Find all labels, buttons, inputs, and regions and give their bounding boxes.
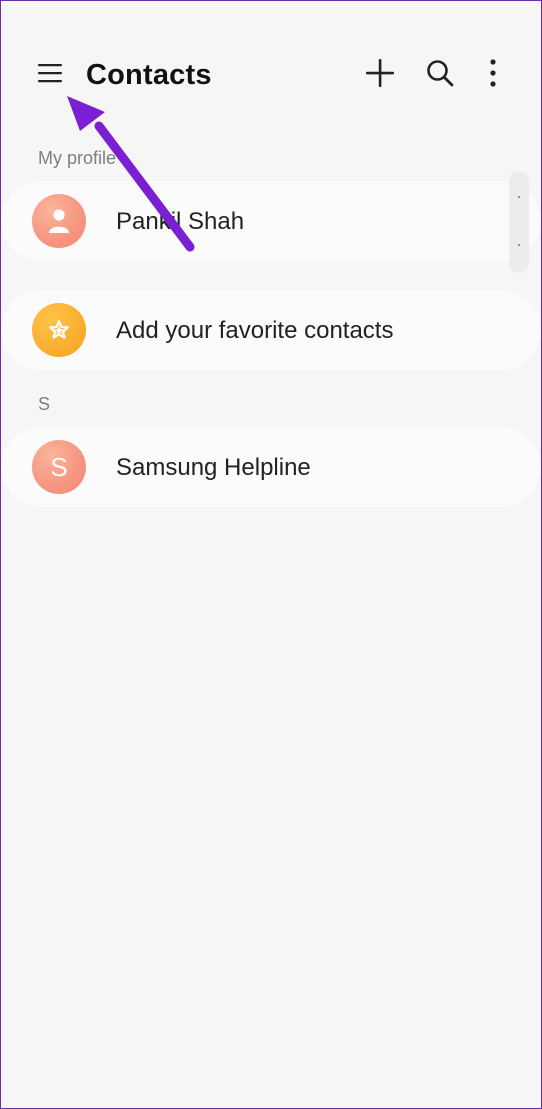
favorites-avatar xyxy=(32,303,86,357)
plus-icon xyxy=(366,59,394,87)
search-button[interactable] xyxy=(418,51,462,95)
add-favorites-card[interactable]: Add your favorite contacts xyxy=(1,290,541,370)
search-icon xyxy=(427,60,454,87)
profile-avatar xyxy=(32,194,86,248)
hamburger-menu-button[interactable] xyxy=(28,51,72,95)
contact-name: Samsung Helpline xyxy=(116,454,311,481)
add-contact-button[interactable] xyxy=(358,51,402,95)
section-index-label-s: S xyxy=(38,394,51,414)
page-title: Contacts xyxy=(86,59,212,91)
contact-item[interactable]: S Samsung Helpline xyxy=(1,427,541,507)
my-profile-section-label: My profile xyxy=(38,148,117,168)
contacts-screen: Contacts My profile Pankil Shah Add your… xyxy=(0,0,542,1109)
person-icon xyxy=(49,209,69,233)
add-favorites-label: Add your favorite contacts xyxy=(116,317,394,344)
contact-initial: S xyxy=(50,451,68,482)
profile-name: Pankil Shah xyxy=(116,208,245,235)
star-icon xyxy=(49,320,69,339)
more-options-button[interactable] xyxy=(471,51,515,95)
more-vertical-icon xyxy=(490,59,496,87)
fast-scroll-bar[interactable] xyxy=(509,171,529,273)
scroll-index-dot xyxy=(518,244,520,246)
scroll-index-dot xyxy=(518,196,520,198)
contact-avatar: S xyxy=(32,440,86,494)
app-header: Contacts xyxy=(1,1,541,151)
hamburger-menu-icon xyxy=(38,64,62,83)
my-profile-card[interactable]: Pankil Shah xyxy=(1,181,541,261)
